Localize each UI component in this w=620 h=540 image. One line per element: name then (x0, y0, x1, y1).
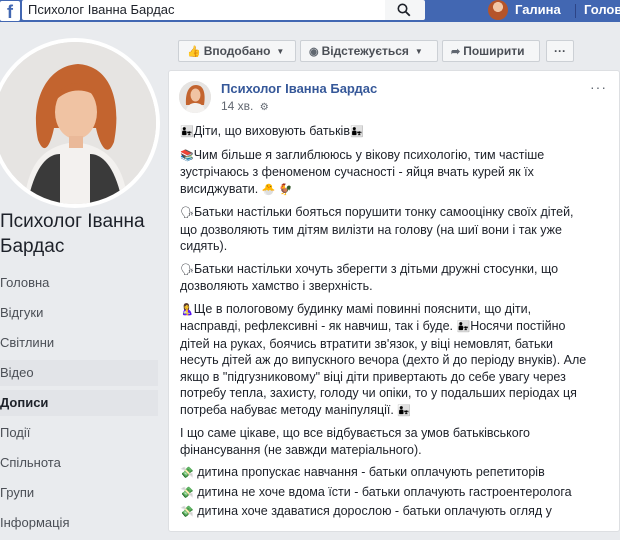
liked-label: Вподобано (203, 44, 271, 58)
chick-emoji-icon: 🐣 🐓 (261, 183, 293, 196)
post-paragraph: І що саме цікаве, що все відбувається за… (180, 425, 588, 458)
post-paragraph: 🗣Батьки настільки бояться порушити тонку… (180, 204, 588, 255)
nav-item-posts[interactable]: Дописи (0, 390, 158, 416)
post-paragraph: 📚Чим більше я заглиблююсь у вікову психо… (180, 147, 588, 199)
paragraph-5: І що саме цікаве, що все відбувається за… (180, 426, 530, 457)
nav-item-info[interactable]: Інформація (0, 510, 158, 536)
post-author-avatar[interactable] (179, 81, 211, 113)
facebook-logo-icon[interactable]: f (0, 1, 20, 22)
nav-item-groups[interactable]: Групи (0, 480, 158, 506)
books-emoji-icon: 📚 (180, 149, 194, 162)
nav-item-photos[interactable]: Світлини (0, 330, 158, 356)
chevron-down-icon: ▼ (276, 47, 285, 56)
list-item-text: дитина не хоче вдома їсти - батьки оплач… (197, 484, 572, 499)
family-emoji-icon: 👨‍👧 (180, 126, 194, 138)
user-avatar[interactable] (488, 0, 508, 20)
post-text: 👨‍👧Діти, що виховують батьків👨‍👧 📚Чим бі… (180, 123, 588, 523)
money-emoji-icon: 💸 (180, 467, 194, 479)
post-timestamp[interactable]: 14 хв. ⚙ (221, 99, 269, 113)
post-author-name[interactable]: Психолог Іванна Бардас (221, 81, 377, 96)
share-arrow-icon: ➦ (451, 46, 461, 58)
paragraph-2: Батьки настільки бояться порушити тонку … (180, 205, 574, 253)
nav-item-reviews[interactable]: Відгуки (0, 300, 158, 326)
thumbs-up-icon: 👍 (187, 46, 201, 58)
divider (575, 4, 576, 18)
search-button[interactable] (385, 0, 425, 20)
speaking-head-emoji-icon: 🗣 (180, 263, 194, 276)
following-label: Відстежується (321, 44, 409, 58)
author-photo-image (179, 81, 211, 113)
nav-item-community[interactable]: Спільнота (0, 450, 158, 476)
user-name-link[interactable]: Галина (515, 2, 561, 17)
search-icon (397, 3, 411, 17)
list-item: 💸 дитина хоче здаватися дорослою - батьк… (180, 503, 588, 521)
chevron-down-icon: ▼ (414, 47, 423, 56)
list-item-text: дитина пропускає навчання - батьки оплач… (197, 465, 545, 479)
page-title: Психолог Іванна Бардас (0, 211, 145, 257)
money-emoji-icon: 💸 (180, 486, 194, 499)
search-input[interactable]: Психолог Іванна Бардас (22, 0, 385, 20)
money-emoji-icon: 💸 (180, 506, 194, 518)
paragraph-3: Батьки настільки хочуть зберегти з дітьм… (180, 261, 559, 294)
nav-item-videos[interactable]: Відео (0, 360, 158, 386)
globe-icon: ⚙ (259, 102, 269, 113)
ellipsis-icon: ··· (554, 44, 566, 58)
paragraph-4b: Носячи постійно дітей на руках, боячись … (180, 319, 587, 417)
share-button[interactable]: ➦ Поширити (442, 40, 540, 62)
paragraph-1: Чим більше я заглиблююсь у вікову психол… (180, 147, 545, 196)
post-heading-line: 👨‍👧Діти, що виховують батьків👨‍👧 (180, 123, 588, 141)
post-card: Психолог Іванна Бардас 14 хв. ⚙ ··· 👨‍👧Д… (168, 70, 620, 532)
post-options-button[interactable]: ··· (590, 79, 607, 95)
list-item: 💸 дитина не хоче вдома їсти - батьки опл… (180, 484, 588, 502)
post-heading: Діти, що виховують батьків (193, 124, 350, 138)
family-emoji-icon: 👨‍👧 (397, 404, 412, 417)
share-label: Поширити (463, 44, 525, 58)
family-emoji-icon: 👨‍👧 (456, 321, 471, 333)
post-paragraph: 🤱Ще в пологовому будинку мамі повинні по… (180, 301, 588, 420)
profile-picture[interactable] (0, 38, 160, 208)
liked-button[interactable]: 👍 Вподобано ▼ (178, 40, 296, 62)
speaking-head-emoji-icon: 🗣 (180, 207, 194, 219)
family-emoji-icon: 👨‍👧 (349, 126, 364, 138)
home-link[interactable]: Голов (584, 2, 620, 17)
post-paragraph: 🗣Батьки настільки хочуть зберегти з діть… (180, 261, 588, 295)
top-navigation-bar: f Психолог Іванна Бардас Галина Голов (0, 0, 620, 22)
nav-item-home[interactable]: Головна (0, 270, 158, 296)
following-button[interactable]: ◉ Відстежується ▼ (300, 40, 438, 62)
woman-emoji-icon: 🤱 (180, 303, 194, 316)
rss-icon: ◉ (309, 46, 319, 58)
page-navigation: Головна Відгуки Світлини Відео Дописи По… (0, 270, 158, 540)
more-options-button[interactable]: ··· (546, 40, 574, 62)
post-time-text: 14 хв. (221, 99, 254, 113)
nav-item-events[interactable]: Події (0, 420, 158, 446)
list-item: 💸 дитина пропускає навчання - батьки опл… (180, 464, 588, 482)
profile-photo-image (0, 42, 156, 204)
list-item-text: дитина хоче здаватися дорослою - батьки … (197, 504, 552, 518)
